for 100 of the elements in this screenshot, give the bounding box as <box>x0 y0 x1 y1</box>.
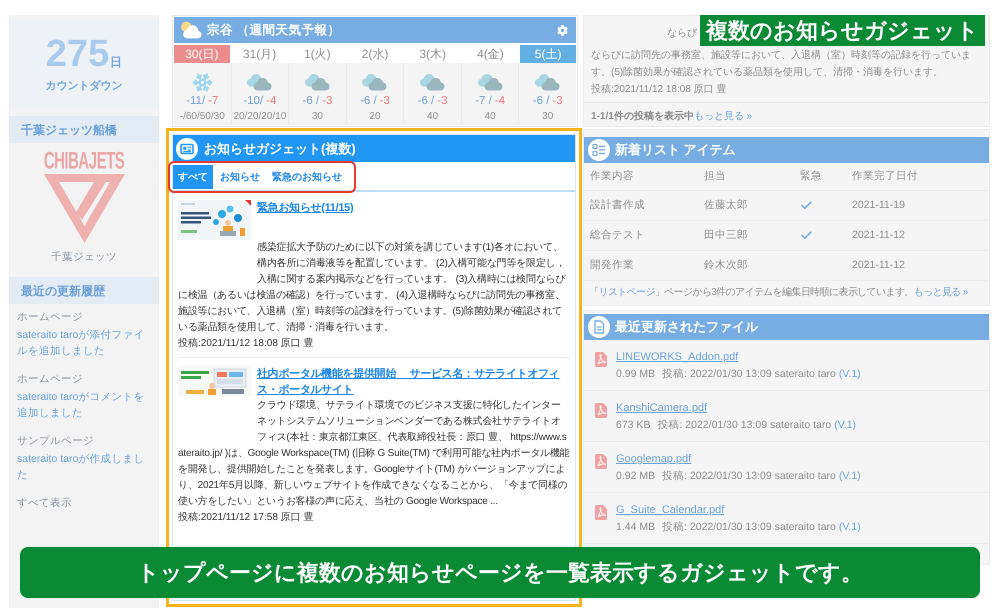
column-header: 緊急 <box>800 168 822 184</box>
clouds-icon <box>247 74 272 90</box>
files-title: 最近更新されたファイル <box>615 318 758 336</box>
clouds-icon <box>535 74 560 90</box>
countdown-number: 275 <box>46 34 110 72</box>
precipitation-text: 30 <box>542 110 554 124</box>
version-link[interactable]: (V.1) <box>838 365 861 383</box>
high-temperature: -4 <box>494 95 506 107</box>
tab[interactable]: お知らせ <box>215 165 265 189</box>
countdown-unit: 日 <box>110 54 122 68</box>
precipitation-text: 40 <box>427 110 438 124</box>
high-temperature: -4 <box>266 95 276 107</box>
file-posted-text: 投稿: 2022/01/30 13:09 sateraito taro <box>662 469 836 484</box>
table-cell-text: 2021-11-12 <box>852 228 905 243</box>
pdf-file-icon <box>595 352 607 367</box>
file-posted-text: 投稿: 2022/01/30 13:09 sateraito taro <box>657 418 832 433</box>
high-temperature: -3 <box>380 95 390 107</box>
file-name-link[interactable]: LINEWORKS_Addon.pdf <box>616 349 738 365</box>
post-count-text: 1-1/1件の投稿を表示中 もっと見る » <box>591 110 752 124</box>
low-temperature: -6 / <box>532 95 550 107</box>
update-page-link[interactable]: ホームページ <box>17 309 83 325</box>
table-cell-text: 総合テスト <box>590 228 645 243</box>
list-page-link[interactable]: リストページ <box>598 287 655 298</box>
precipitation-text: 20 <box>369 110 381 124</box>
update-text-link[interactable]: sateraito taroが添付ファイルを追加しました <box>17 327 153 359</box>
pdf-file-icon <box>595 403 607 418</box>
more-link[interactable]: もっと見る » <box>694 111 752 122</box>
update-page-link[interactable]: ホームページ <box>17 371 83 387</box>
file-name-link[interactable]: G_Suite_Calendar.pdf <box>616 502 724 518</box>
clouds-icon <box>304 74 330 90</box>
settings-icon[interactable] <box>557 24 568 36</box>
table-cell-text: 2021-11-19 <box>852 198 905 213</box>
post-meta-text: 投稿:2021/11/12 18:08 原口 豊 <box>178 336 314 351</box>
update-text-link[interactable]: sateraito taroがコメントを追加しました <box>17 389 153 421</box>
update-page-link[interactable]: サンプルページ <box>17 433 94 449</box>
file-posted-text: 投稿: 2022/01/30 13:09 sateraito taro <box>662 367 836 382</box>
table-cell-text: 鈴木次郎 <box>704 258 748 273</box>
version-link[interactable]: (V.1) <box>838 518 861 536</box>
high-temperature: -3 <box>437 95 448 107</box>
clouds-icon <box>362 74 388 90</box>
column-header: 担当 <box>704 168 726 184</box>
low-temperature: -6 / <box>302 95 320 107</box>
high-temperature: -3 <box>322 95 332 107</box>
day-label: 4(金) <box>476 46 505 63</box>
file-name-link[interactable]: Googlemap.pdf <box>616 451 692 467</box>
post-title-link[interactable]: 緊急お知らせ(11/15) <box>257 200 354 216</box>
day-label: 1(火) <box>302 46 332 63</box>
precipitation-text: 40 <box>484 110 496 124</box>
column-header: 作業完了日付 <box>852 168 918 184</box>
table-cell-text: 佐藤太郎 <box>704 198 748 213</box>
day-label: 30(日) <box>174 45 230 63</box>
post-meta-text: 投稿:2021/11/12 17:58 原口 豊 <box>178 510 314 525</box>
clouds-icon <box>420 74 446 90</box>
low-temperature: -7 / <box>475 95 492 107</box>
more-link[interactable]: もっと見る » <box>914 287 968 298</box>
list-footer-text: 「リストページ」ページから3件のアイテムを編集日時順に表示しています。もっと見る » <box>589 286 968 300</box>
column-header: 作業内容 <box>590 168 634 184</box>
tab[interactable]: 緊急のお知らせ <box>267 165 347 189</box>
table-cell-text: 田中三郎 <box>704 228 748 243</box>
post-body-text: ならびに訪問先の事務室、施設等において、入退構（室）時刻等の記録を行っています。(5)除菌効果が確認されている薬品類を使用して、清掃・消毒を行います。 <box>591 48 972 80</box>
caption-banner: トップページに複数のお知らせページを一覧表示するガジェットです。 <box>20 547 980 598</box>
pdf-file-icon <box>595 505 607 520</box>
precipitation-text: -/60/50/30 <box>180 110 225 124</box>
day-label: 5(土) <box>520 45 576 63</box>
snowflake-icon <box>192 72 213 92</box>
day-label: 3(木) <box>418 46 448 63</box>
show-all-link[interactable]: すべて表示 <box>17 495 72 511</box>
file-size: 673 KB <box>616 418 650 433</box>
file-size: 0.99 MB <box>616 367 656 382</box>
table-cell-text: 2021-11-12 <box>852 258 905 273</box>
logo-caption: 千葉ジェッツ <box>51 250 117 264</box>
table-cell-text: 設計書作成 <box>590 198 645 213</box>
version-link[interactable]: (V.1) <box>838 467 861 485</box>
section-header: 最近の更新履歴 <box>9 277 159 304</box>
high-temperature: -7 <box>208 95 218 107</box>
sun-cloud-icon <box>180 21 202 39</box>
file-size: 1.44 MB <box>616 520 656 535</box>
file-posted-text: 投稿: 2022/01/30 13:09 sateraito taro <box>662 520 836 535</box>
precipitation-text: 30 <box>312 110 323 124</box>
post-body-text: クラウド環境、サテライト環境でのビジネス支援に特化したインターネットシステムソリューションベンダーである株式会社サテライトオフィス(本社：東京都江東区、代表取締役社長：原口 豊、 https://www.sateraito.jp/ )は、Google Workspace(TM) (旧称 G Suite(TM) で利用可能な社内ポータル機能を開発し、提供開始したことを発表します。Googleサイト(TM) がバージョンアップにより、2021年5月以降、新しいウェブサイトを作成できなくなることから、「今まで同様の使い方をしたい」というお客様の声に応え、当社の Google Workspace ... <box>178 398 570 509</box>
logo-wordmark: CHIBAJETS <box>44 148 124 176</box>
gadget-title: お知らせガジェット(複数) <box>204 140 356 158</box>
low-temperature: -11/ <box>186 95 206 107</box>
post-title-link[interactable]: 社内ポータル機能を提供開始 サービス名：サテライトオフィス・ポータルサイト <box>257 366 570 398</box>
update-text-link[interactable]: sateraito taroが作成しました <box>17 451 153 483</box>
low-temperature: -6 / <box>360 95 377 107</box>
post-meta-text: 投稿:2021/11/12 18:08 原口 豊 <box>591 82 726 97</box>
high-temperature: -3 <box>552 95 563 107</box>
table-cell-text: 開発作業 <box>590 258 634 273</box>
version-link[interactable]: (V.1) <box>834 416 856 434</box>
low-temperature: -6 / <box>418 95 434 107</box>
news-list-icon <box>176 138 198 160</box>
tab[interactable]: すべて <box>173 165 213 189</box>
weather-title: 宗谷 （週間天気予報） <box>207 22 340 39</box>
day-label: 31(月) <box>242 46 278 63</box>
day-label: 2(水) <box>360 46 390 63</box>
file-name-link[interactable]: KanshiCamera.pdf <box>616 400 708 416</box>
triangle-logo-icon <box>44 174 124 243</box>
low-temperature: -10/ <box>243 95 264 107</box>
callout-label: 複数のお知らせガジェット <box>700 15 985 46</box>
